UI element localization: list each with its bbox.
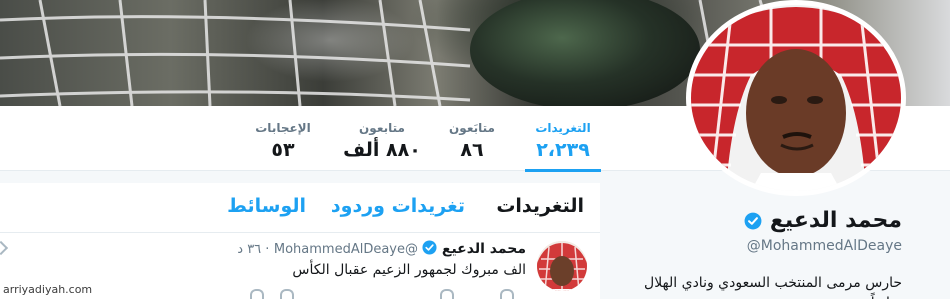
tweet-author-handle[interactable]: @MohammedAlDeaye — [274, 242, 418, 257]
tab-tweets[interactable]: التغريدات — [496, 195, 584, 217]
verified-badge-icon — [744, 212, 762, 230]
profile-bio: حارس مرمى المنتخب السعودي ونادي الهلال س… — [644, 275, 902, 299]
tweet-text: الف مبروك لجمهور الزعيم عقبال الكأس — [292, 262, 526, 278]
retweet-icon[interactable] — [440, 289, 454, 299]
profile-info: محمد الدعيع @MohammedAlDeaye — [744, 206, 902, 255]
stat-followers-label: متابعون — [359, 121, 405, 135]
stat-tweets-value: ٢،٢٣٩ — [536, 139, 590, 161]
timeline-tabs: التغريدات تغريدات وردود الوسائط — [0, 183, 600, 233]
verified-badge-icon — [422, 240, 437, 255]
stat-likes[interactable]: الإعجابات ٥٣ — [250, 120, 316, 172]
tab-media[interactable]: الوسائط — [227, 195, 306, 217]
profile-name-row: محمد الدعيع — [744, 206, 902, 236]
tab-tweets-replies[interactable]: تغريدات وردود — [331, 195, 465, 217]
dm-icon[interactable] — [250, 289, 264, 299]
stat-followers-value: ٨٨٠ ألف — [343, 139, 421, 161]
stat-tweets-label: التغريدات — [535, 121, 591, 135]
watermark: arriyadiyah.com — [0, 283, 96, 296]
tweet-separator: · — [261, 242, 270, 257]
stat-following[interactable]: متابَعون ٨٦ — [440, 120, 504, 172]
tweet-author-name[interactable]: محمد الدعيع — [442, 241, 526, 257]
profile-avatar[interactable] — [686, 0, 906, 196]
profile-handle[interactable]: @MohammedAlDeaye — [744, 237, 902, 255]
stat-following-label: متابَعون — [449, 121, 495, 135]
reply-icon[interactable] — [500, 289, 514, 299]
tweet-timestamp[interactable]: ٣٦ د — [237, 242, 261, 257]
stat-followers[interactable]: متابعون ٨٨٠ ألف — [340, 120, 424, 172]
timeline: التغريدات تغريدات وردود الوسائط محمد الد… — [0, 183, 600, 299]
tweet-actions — [250, 289, 550, 299]
tweet-avatar[interactable] — [537, 241, 587, 291]
stat-tweets[interactable]: التغريدات ٢،٢٣٩ — [525, 120, 601, 172]
stat-likes-label: الإعجابات — [255, 121, 311, 135]
stat-likes-value: ٥٣ — [271, 139, 295, 161]
profile-name[interactable]: محمد الدعيع — [770, 208, 902, 233]
like-icon[interactable] — [280, 289, 294, 299]
tweet-header: محمد الدعيع @MohammedAlDeaye · ٣٦ د — [237, 240, 526, 257]
stat-following-value: ٨٦ — [460, 139, 484, 161]
